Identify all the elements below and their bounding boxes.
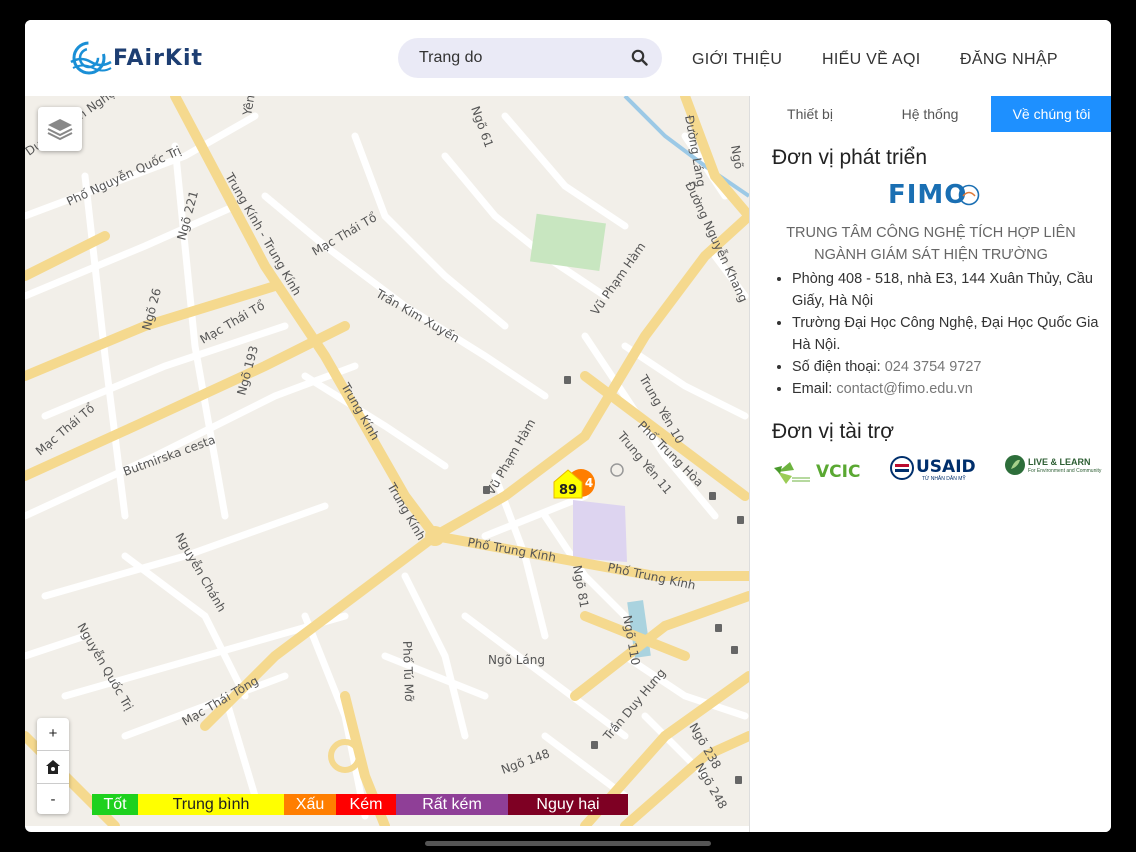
street-label: Ngõ xyxy=(728,144,746,170)
email-link[interactable]: contact@fimo.edu.vn xyxy=(836,381,972,397)
developer-heading: Đơn vị phát triển xyxy=(772,146,928,169)
phone-link[interactable]: 024 3754 9727 xyxy=(885,359,982,375)
street-label: Mạc Thái Tông xyxy=(180,674,261,729)
school-area xyxy=(573,500,627,562)
university-item: Trường Đại Học Công Nghệ, Đại Học Quốc G… xyxy=(792,312,1111,356)
street-label: Ngõ 61 xyxy=(468,104,496,149)
home-button[interactable] xyxy=(37,751,69,784)
live-learn-logo: LIVE & LEARN For Environment and Communi… xyxy=(1004,454,1104,484)
phone-item: Số điện thoại: 024 3754 9727 xyxy=(792,356,1111,378)
tab-about-us[interactable]: Về chúng tôi xyxy=(991,96,1111,132)
street-label: Yên Hòa xyxy=(240,96,262,118)
zoom-out-button[interactable]: - xyxy=(37,784,69,816)
bus-stop-icon xyxy=(591,741,598,749)
home-indicator xyxy=(425,841,711,846)
fairkit-logo[interactable]: FAirKit xyxy=(67,36,202,80)
map[interactable]: Phố Nguyễn Quốc Trị Ngõ 221 Trung Kính -… xyxy=(25,96,749,826)
layers-button[interactable] xyxy=(38,107,82,151)
layers-icon xyxy=(47,119,73,141)
bus-stop-icon xyxy=(564,376,571,384)
vcic-leaf-icon xyxy=(774,462,810,484)
usaid-text: USAID xyxy=(916,457,976,477)
usaid-sub-text: TỪ NHÂN DÂN MỸ xyxy=(922,476,966,482)
legend-good: Tốt xyxy=(92,794,138,815)
zoom-in-button[interactable]: + xyxy=(37,718,69,751)
search-icon[interactable] xyxy=(631,49,648,66)
contact-list: Phòng 408 - 518, nhà E3, 144 Xuân Thủy, … xyxy=(772,268,1111,400)
street-label: Butmirska cesta xyxy=(121,433,217,479)
search-box[interactable]: Trang do xyxy=(398,38,662,78)
email-item: Email: contact@fimo.edu.vn xyxy=(792,378,1111,400)
bus-stop-icon xyxy=(483,486,490,494)
live-learn-text: LIVE & LEARN xyxy=(1028,457,1091,467)
usaid-seal-icon xyxy=(890,456,914,480)
nav-about[interactable]: GIỚI THIỆU xyxy=(692,51,782,69)
street-label: Nguyễn Quốc Trị xyxy=(74,621,135,714)
home-icon xyxy=(46,760,60,774)
zoom-control: + - xyxy=(37,718,69,814)
street-label: Ngõ Láng xyxy=(488,653,545,667)
fimo-logo-text: FIMO xyxy=(888,180,968,210)
address-item: Phòng 408 - 518, nhà E3, 144 Xuân Thủy, … xyxy=(792,268,1111,312)
vcic-text: VCIC xyxy=(816,462,861,482)
legend-unhealthy: Kém xyxy=(336,794,396,815)
street-label: Phố Trung Kính xyxy=(466,535,557,564)
street-label: Trần Kim Xuyến xyxy=(373,286,462,346)
legend-very-unhealthy: Rất kém xyxy=(396,794,508,815)
street-label: Ngõ 81 xyxy=(570,564,591,609)
aqi-legend: Tốt Trung bình Xấu Kém Rất kém Nguy hại xyxy=(92,794,628,815)
street-label: Phố Trung Kính xyxy=(606,560,697,592)
street-label: Trung Kính xyxy=(338,380,382,443)
nav-login[interactable]: ĐĂNG NHẬP xyxy=(960,51,1058,69)
legend-unhealthy-sensitive: Xấu xyxy=(284,794,336,815)
vcic-logo: VCIC xyxy=(772,456,862,488)
bus-stop-icon xyxy=(737,516,744,524)
bus-stop-icon xyxy=(715,624,722,632)
map-canvas[interactable]: Phố Nguyễn Quốc Trị Ngõ 221 Trung Kính -… xyxy=(25,96,749,826)
app-window: FAirKit Trang do GIỚI THIỆU HIỂU VỀ AQI … xyxy=(25,20,1111,832)
nav-aqi[interactable]: HIỂU VỀ AQI xyxy=(822,51,920,69)
legend-moderate: Trung bình xyxy=(138,794,284,815)
logo-text: FAirKit xyxy=(113,46,204,71)
live-learn-sub-text: For Environment and Community xyxy=(1028,468,1102,474)
tab-system[interactable]: Hệ thống xyxy=(870,96,990,132)
phone-label: Số điện thoại: xyxy=(792,359,885,375)
aqi-value-primary: 89 xyxy=(559,483,577,498)
street-label: Trung Kính - Trung Kính xyxy=(222,170,304,298)
search-input[interactable]: Trang do xyxy=(419,49,482,67)
park-area xyxy=(529,213,606,272)
bus-stop-icon xyxy=(709,492,716,500)
aqi-marker-cluster[interactable]: 89 4 xyxy=(550,468,600,509)
street-label: Mạc Thái Tổ xyxy=(310,210,380,259)
street-label: Phố Tú Mỡ xyxy=(400,641,416,703)
bus-stop-icon xyxy=(731,646,738,654)
fimo-globe-icon xyxy=(958,184,980,206)
header: FAirKit Trang do GIỚI THIỆU HIỂU VỀ AQI … xyxy=(25,20,1111,97)
tab-devices[interactable]: Thiết bị xyxy=(750,96,870,132)
legend-hazardous: Nguy hại xyxy=(508,794,628,815)
org-name: TRUNG TÂM CÔNG NGHỆ TÍCH HỢP LIÊN NGÀNH … xyxy=(786,225,1076,263)
live-learn-leaf-icon xyxy=(1005,455,1025,475)
email-label: Email: xyxy=(792,381,837,397)
fimo-logo: FIMO xyxy=(888,180,980,210)
info-panel: Thiết bị Hệ thống Về chúng tôi Đơn vị ph… xyxy=(749,96,1111,832)
poi-icon xyxy=(610,463,624,477)
bus-stop-icon xyxy=(735,776,742,784)
sponsor-heading: Đơn vị tài trợ xyxy=(772,420,895,443)
logo-swirl-icon xyxy=(70,41,112,75)
street-label: Ngõ 148 xyxy=(499,746,551,776)
usaid-logo: USAID TỪ NHÂN DÂN MỸ xyxy=(890,456,980,486)
aqi-value-secondary: 4 xyxy=(585,476,593,490)
